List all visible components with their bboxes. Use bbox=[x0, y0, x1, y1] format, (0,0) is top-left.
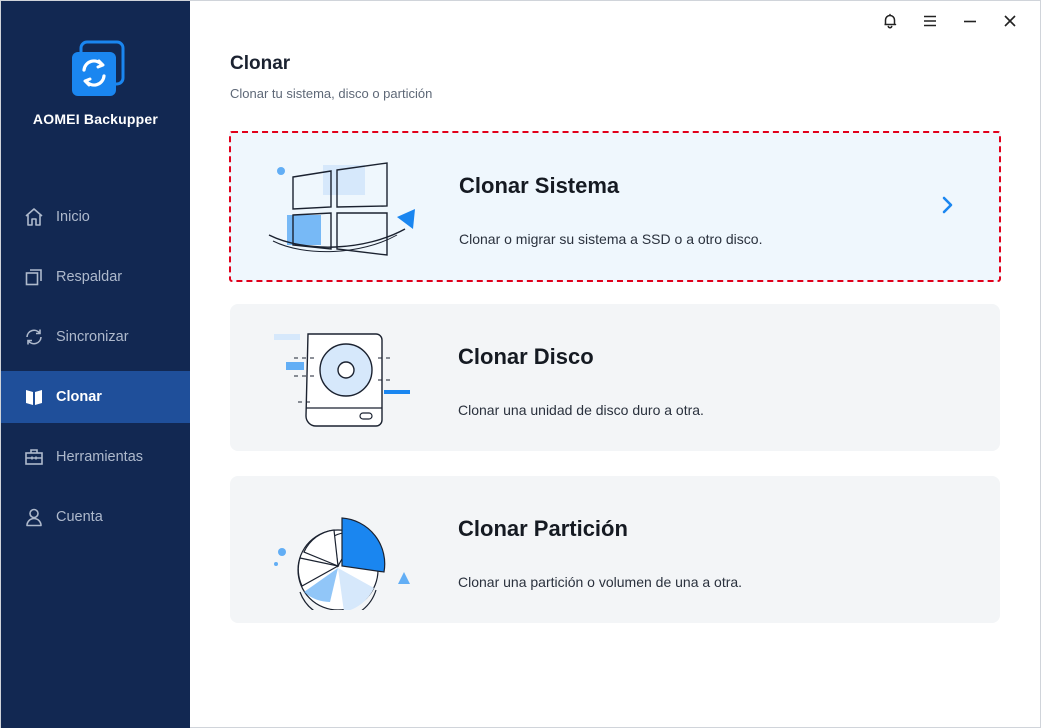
clone-disk-card[interactable]: Clonar Disco Clonar una unidad de disco … bbox=[230, 304, 1000, 451]
card-description: Clonar una partición o volumen de una a … bbox=[458, 574, 743, 590]
card-description: Clonar una unidad de disco duro a otra. bbox=[458, 402, 704, 418]
home-icon bbox=[23, 206, 45, 228]
sidebar-item-label: Cuenta bbox=[56, 509, 103, 525]
sidebar-item-label: Herramientas bbox=[56, 449, 144, 465]
app-window: AOMEI Backupper Inicio Respaldar Sincron… bbox=[0, 0, 1041, 728]
clone-icon bbox=[23, 386, 45, 408]
user-icon bbox=[23, 506, 45, 528]
close-icon[interactable] bbox=[990, 9, 1030, 33]
menu-icon[interactable] bbox=[910, 9, 950, 33]
sidebar-item-label: Inicio bbox=[56, 209, 90, 225]
partition-pie-icon bbox=[264, 492, 424, 620]
sidebar: AOMEI Backupper Inicio Respaldar Sincron… bbox=[1, 1, 190, 728]
sidebar-item-cuenta[interactable]: Cuenta bbox=[1, 491, 190, 543]
bell-icon[interactable] bbox=[870, 9, 910, 33]
page-subtitle: Clonar tu sistema, disco o partición bbox=[230, 86, 433, 101]
window-controls bbox=[870, 9, 1030, 33]
card-title: Clonar Disco bbox=[458, 344, 594, 369]
card-title: Clonar Partición bbox=[458, 516, 628, 541]
card-title: Clonar Sistema bbox=[459, 173, 620, 198]
card-description: Clonar o migrar su sistema a SSD o a otr… bbox=[459, 231, 763, 247]
sidebar-item-sincronizar[interactable]: Sincronizar bbox=[1, 311, 190, 363]
sidebar-item-label: Sincronizar bbox=[56, 329, 129, 345]
windows-clone-icon bbox=[265, 149, 425, 267]
hard-disk-icon bbox=[264, 320, 424, 438]
chevron-right-icon[interactable] bbox=[941, 195, 955, 215]
brand-name: AOMEI Backupper bbox=[32, 111, 159, 127]
sidebar-item-respaldar[interactable]: Respaldar bbox=[1, 251, 190, 303]
sidebar-item-inicio[interactable]: Inicio bbox=[1, 191, 190, 243]
sidebar-item-label: Clonar bbox=[56, 389, 102, 405]
aomei-logo-icon bbox=[66, 39, 126, 99]
clone-partition-card[interactable]: Clonar Partición Clonar una partición o … bbox=[230, 476, 1000, 623]
page-title: Clonar bbox=[230, 53, 291, 74]
brand: AOMEI Backupper bbox=[1, 39, 190, 127]
sidebar-item-label: Respaldar bbox=[56, 269, 123, 285]
sync-icon bbox=[23, 326, 45, 348]
clone-system-card[interactable]: Clonar Sistema Clonar o migrar su sistem… bbox=[229, 131, 1001, 282]
toolbox-icon bbox=[23, 446, 45, 468]
main-content: Clonar Clonar tu sistema, disco o partic… bbox=[190, 1, 1040, 727]
sidebar-nav: Inicio Respaldar Sincronizar Clonar Herr… bbox=[1, 191, 190, 551]
sidebar-item-clonar[interactable]: Clonar bbox=[1, 371, 190, 423]
sidebar-item-herramientas[interactable]: Herramientas bbox=[1, 431, 190, 483]
backup-icon bbox=[23, 266, 45, 288]
minimize-icon[interactable] bbox=[950, 9, 990, 33]
